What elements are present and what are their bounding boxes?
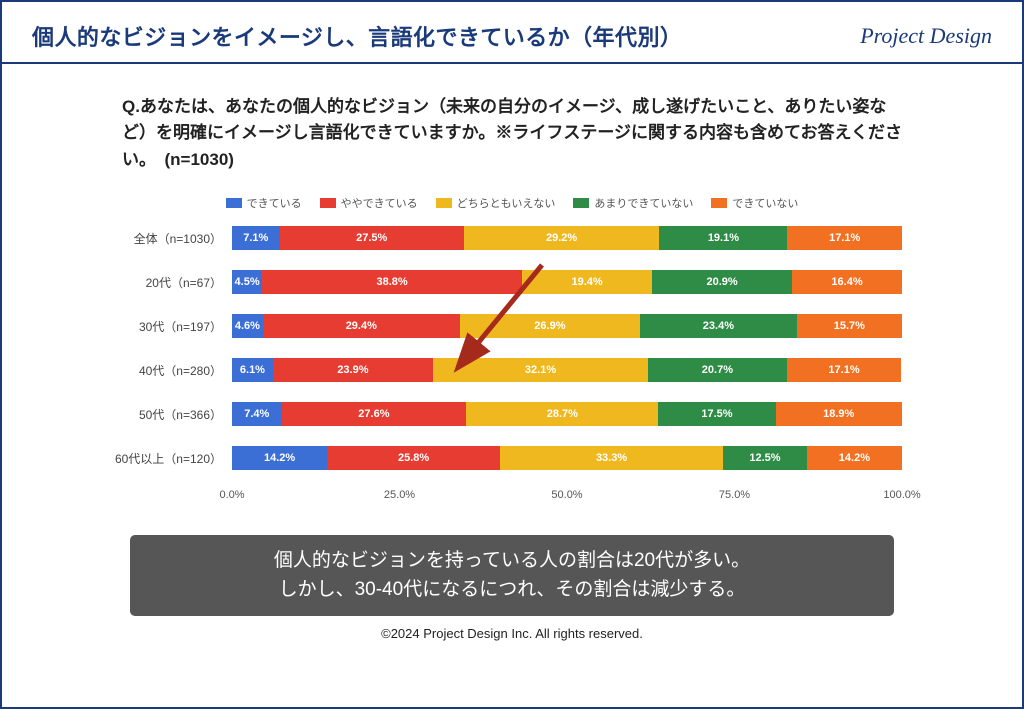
- bar-segment: 7.4%: [232, 402, 282, 426]
- legend-label: できていない: [732, 195, 798, 211]
- stacked-bar: 6.1%23.9%32.1%20.7%17.1%: [232, 358, 902, 382]
- copyright: ©2024 Project Design Inc. All rights res…: [62, 626, 962, 641]
- stacked-bar: 7.1%27.5%29.2%19.1%17.1%: [232, 226, 902, 250]
- legend-label: ややできている: [341, 195, 418, 211]
- axis-tick: 50.0%: [551, 489, 582, 501]
- bar-segment: 17.1%: [787, 358, 902, 382]
- swatch-icon: [573, 198, 589, 208]
- page-title: 個人的なビジョンをイメージし、言語化できているか（年代別）: [32, 20, 682, 52]
- bar-segment: 17.5%: [658, 402, 775, 426]
- stacked-bar: 14.2%25.8%33.3%12.5%14.2%: [232, 446, 902, 470]
- axis-tick: 100.0%: [883, 489, 920, 501]
- bar-segment: 20.7%: [648, 358, 787, 382]
- summary-box: 個人的なビジョンを持っている人の割合は20代が多い。 しかし、30-40代になる…: [130, 535, 894, 616]
- summary-line: しかし、30-40代になるにつれ、その割合は減少する。: [140, 576, 884, 605]
- brand-logo: Project Design: [860, 23, 992, 49]
- legend-item: あまりできていない: [573, 195, 693, 211]
- slide-frame: 個人的なビジョンをイメージし、言語化できているか（年代別） Project De…: [0, 0, 1024, 709]
- bar-segment: 27.5%: [280, 226, 464, 250]
- bar-segment: 23.4%: [640, 314, 797, 338]
- row-label: 20代（n=67）: [107, 274, 232, 291]
- legend-label: できている: [247, 195, 302, 211]
- bar-row: 20代（n=67）4.5%38.8%19.4%20.9%16.4%: [107, 269, 902, 295]
- bar-segment: 20.9%: [652, 270, 792, 294]
- stacked-bar: 7.4%27.6%28.7%17.5%18.9%: [232, 402, 902, 426]
- bar-segment: 25.8%: [327, 446, 500, 470]
- bar-segment: 12.5%: [723, 446, 807, 470]
- chart-legend: できている ややできている どちらともいえない あまりできていない できていない: [62, 195, 962, 211]
- bar-segment: 29.4%: [263, 314, 460, 338]
- swatch-icon: [711, 198, 727, 208]
- question-text: Q.あなたは、あなたの個人的なビジョン（未来の自分のイメージ、成し遂げたいこと、…: [122, 94, 902, 173]
- bar-segment: 14.2%: [232, 446, 327, 470]
- row-label: 50代（n=366）: [107, 406, 232, 423]
- stacked-bar-chart: 全体（n=1030）7.1%27.5%29.2%19.1%17.1%20代（n=…: [107, 225, 902, 507]
- row-label: 60代以上（n=120）: [107, 450, 232, 467]
- axis-tick: 0.0%: [219, 489, 244, 501]
- bar-segment: 38.8%: [262, 270, 522, 294]
- legend-label: あまりできていない: [594, 195, 693, 211]
- bars-layer: 全体（n=1030）7.1%27.5%29.2%19.1%17.1%20代（n=…: [107, 225, 902, 471]
- bar-segment: 27.6%: [282, 402, 467, 426]
- legend-item: ややできている: [320, 195, 418, 211]
- bar-row: 40代（n=280）6.1%23.9%32.1%20.7%17.1%: [107, 357, 902, 383]
- bar-segment: 6.1%: [232, 358, 273, 382]
- bar-segment: 17.1%: [787, 226, 902, 250]
- stacked-bar: 4.5%38.8%19.4%20.9%16.4%: [232, 270, 902, 294]
- bar-segment: 4.6%: [232, 314, 263, 338]
- bar-segment: 19.1%: [659, 226, 787, 250]
- bar-segment: 26.9%: [460, 314, 640, 338]
- legend-item: できていない: [711, 195, 798, 211]
- bar-row: 50代（n=366）7.4%27.6%28.7%17.5%18.9%: [107, 401, 902, 427]
- bar-segment: 33.3%: [500, 446, 723, 470]
- bar-segment: 15.7%: [797, 314, 902, 338]
- axis-tick: 75.0%: [719, 489, 750, 501]
- legend-item: できている: [226, 195, 302, 211]
- row-label: 30代（n=197）: [107, 318, 232, 335]
- bar-row: 60代以上（n=120）14.2%25.8%33.3%12.5%14.2%: [107, 445, 902, 471]
- bar-segment: 4.5%: [232, 270, 262, 294]
- axis-tick: 25.0%: [384, 489, 415, 501]
- stacked-bar: 4.6%29.4%26.9%23.4%15.7%: [232, 314, 902, 338]
- swatch-icon: [436, 198, 452, 208]
- row-label: 全体（n=1030）: [107, 230, 232, 247]
- swatch-icon: [320, 198, 336, 208]
- summary-line: 個人的なビジョンを持っている人の割合は20代が多い。: [140, 547, 884, 576]
- bar-segment: 14.2%: [807, 446, 902, 470]
- bar-segment: 19.4%: [522, 270, 652, 294]
- bar-segment: 23.9%: [273, 358, 433, 382]
- bar-segment: 7.1%: [232, 226, 280, 250]
- bar-row: 30代（n=197）4.6%29.4%26.9%23.4%15.7%: [107, 313, 902, 339]
- header: 個人的なビジョンをイメージし、言語化できているか（年代別） Project De…: [2, 2, 1022, 64]
- swatch-icon: [226, 198, 242, 208]
- content: Q.あなたは、あなたの個人的なビジョン（未来の自分のイメージ、成し遂げたいこと、…: [2, 64, 1022, 641]
- bar-segment: 28.7%: [466, 402, 658, 426]
- bar-segment: 32.1%: [433, 358, 648, 382]
- legend-label: どちらともいえない: [457, 195, 556, 211]
- x-axis: 0.0% 25.0% 50.0% 75.0% 100.0%: [232, 489, 902, 507]
- bar-segment: 29.2%: [464, 226, 660, 250]
- plot-area: 全体（n=1030）7.1%27.5%29.2%19.1%17.1%20代（n=…: [107, 225, 902, 471]
- legend-item: どちらともいえない: [436, 195, 556, 211]
- bar-segment: 16.4%: [792, 270, 902, 294]
- row-label: 40代（n=280）: [107, 362, 232, 379]
- bar-row: 全体（n=1030）7.1%27.5%29.2%19.1%17.1%: [107, 225, 902, 251]
- bar-segment: 18.9%: [776, 402, 903, 426]
